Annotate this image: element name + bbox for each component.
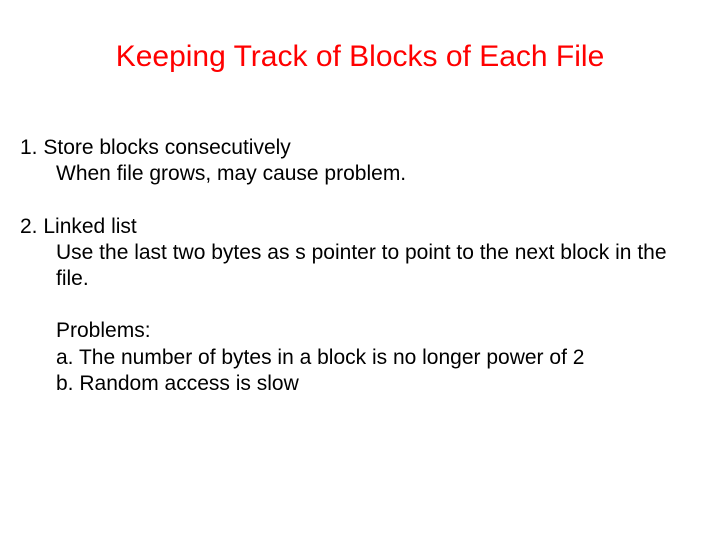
- list-item: 2. Linked list Use the last two bytes as…: [20, 214, 680, 398]
- problems-label: Problems:: [56, 318, 680, 344]
- problem-line: a. The number of bytes in a block is no …: [56, 345, 680, 371]
- problems-block: Problems: a. The number of bytes in a bl…: [20, 318, 680, 397]
- slide-body: 1. Store blocks consecutively When file …: [20, 135, 680, 423]
- item-detail: When file grows, may cause problem.: [20, 161, 680, 187]
- list-item: 1. Store blocks consecutively When file …: [20, 135, 680, 188]
- slide-title: Keeping Track of Blocks of Each File: [0, 40, 720, 74]
- problem-line: b. Random access is slow: [56, 371, 680, 397]
- slide: Keeping Track of Blocks of Each File 1. …: [0, 0, 720, 540]
- item-detail: Use the last two bytes as s pointer to p…: [20, 240, 680, 293]
- item-heading: 1. Store blocks consecutively: [20, 135, 680, 161]
- item-heading: 2. Linked list: [20, 214, 680, 240]
